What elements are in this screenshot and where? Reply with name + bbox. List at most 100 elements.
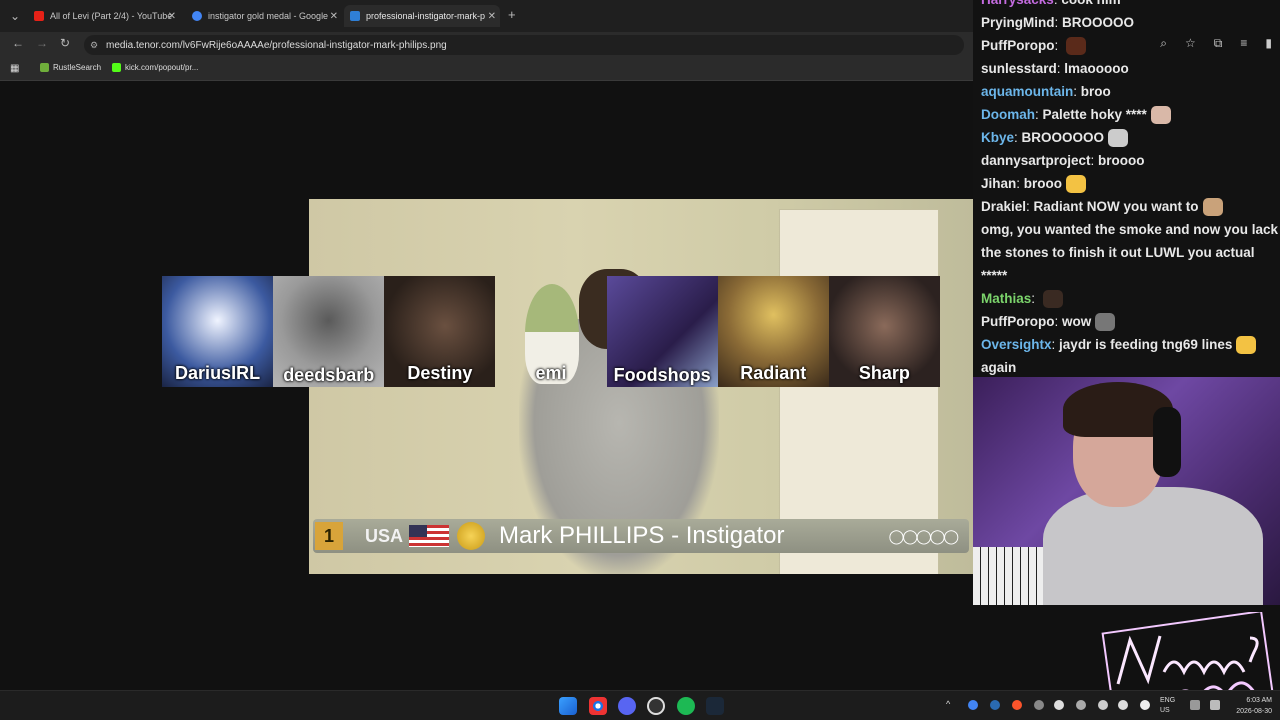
participant-tile-radiant: Radiant (717, 276, 829, 387)
microphone-icon[interactable] (1118, 700, 1128, 710)
chrome-icon[interactable] (589, 697, 607, 715)
chat-colon: : (1014, 130, 1022, 145)
chat-username[interactable]: Mathias (981, 291, 1031, 306)
profile-icon[interactable]: ▮ (1265, 36, 1272, 51)
chat-colon: : (1031, 291, 1039, 306)
spotify-icon[interactable] (677, 697, 695, 715)
participant-name: deedsbarb (283, 365, 375, 385)
chat-text: BROOOOOO (1021, 130, 1105, 145)
headphones (1153, 407, 1181, 477)
forward-icon[interactable]: → (36, 36, 48, 50)
chat-text: BROOOOO (1062, 15, 1135, 30)
tray-brave-icon[interactable] (1012, 700, 1022, 710)
chat-text: omg, you wanted the smoke and now you la… (981, 222, 1279, 237)
tray-app3-icon[interactable] (1140, 700, 1150, 710)
chat-text: again (981, 360, 1017, 375)
rustlesearch-icon (40, 63, 49, 72)
chat-username[interactable]: Harrysacks (981, 0, 1054, 7)
chat-message: the stones to finish it out LUWL you act… (981, 241, 1276, 264)
tray-steam-icon[interactable] (990, 700, 1000, 710)
chat-username[interactable]: sunlesstard (981, 61, 1057, 76)
language-indicator[interactable]: ENG US (1160, 696, 1175, 716)
tray-sync-icon[interactable] (1098, 700, 1108, 710)
chat-text: the stones to finish it out LUWL you act… (981, 245, 1255, 260)
olympic-lower-third: 1 USA Mark PHILLIPS - Instigator ◯◯◯◯◯ (313, 519, 969, 553)
chat-username[interactable]: Doomah (981, 107, 1035, 122)
chat-username[interactable]: aquamountain (981, 84, 1073, 99)
chat-message: Kbye: BROOOOOO (981, 126, 1276, 149)
browser-toolbar-icons: ⌕ ☆ ⧉ ≡ ▮ (1160, 36, 1272, 51)
chat-message: PuffPoropo: wow (981, 310, 1276, 333)
participant-tile-deedsbarb: deedsbarb (273, 276, 385, 387)
country-code: USA (365, 525, 404, 546)
start-icon[interactable] (559, 697, 577, 715)
bookmark-kick[interactable]: kick.com/popout/pr... (112, 63, 198, 72)
chat-username[interactable]: Oversightx (981, 337, 1052, 352)
chat-message: ***** (981, 264, 1276, 287)
url-field[interactable]: ⚙ media.tenor.com/lv6FwRije6oAAAAe/profe… (84, 35, 964, 55)
reload-icon[interactable]: ↻ (60, 36, 70, 50)
new-tab-button[interactable]: + (508, 7, 516, 22)
zoom-icon[interactable]: ⌕ (1160, 36, 1167, 51)
tab-title: All of Levi (Part 2/4) - YouTube (50, 11, 173, 21)
kick-icon (112, 63, 121, 72)
chat-text: Radiant NOW you want to (1033, 199, 1199, 214)
tray-obs-icon[interactable] (1034, 700, 1044, 710)
chat-message: omg, you wanted the smoke and now you la… (981, 218, 1279, 241)
discord-icon[interactable] (618, 697, 636, 715)
chat-username[interactable]: Drakiel (981, 199, 1026, 214)
close-icon[interactable]: ✕ (168, 11, 176, 22)
tray-app2-icon[interactable] (1076, 700, 1086, 710)
close-icon[interactable]: ✕ (330, 11, 338, 22)
chat-message: sunlesstard: lmaooooo (981, 57, 1276, 80)
chat-colon: : (1026, 199, 1034, 214)
obs-icon[interactable] (647, 697, 665, 715)
participant-tiles: DariusIRL deedsbarb Destiny emi Foodshop… (162, 276, 940, 387)
chat-emote-icon (1066, 175, 1087, 194)
participant-tile-emi: emi (495, 276, 606, 387)
chat-username[interactable]: Jihan (981, 176, 1016, 191)
apps-grid-icon[interactable]: ▦ (10, 63, 19, 74)
back-icon[interactable]: ← (12, 36, 24, 50)
chat-emote-icon (1108, 129, 1129, 148)
athlete-name: Mark PHILLIPS - Instigator (499, 522, 785, 549)
chat-colon: : (1035, 107, 1043, 122)
participant-name: DariusIRL (175, 363, 261, 383)
tray-app-icon[interactable] (1054, 700, 1064, 710)
bookmark-rustlesearch[interactable]: RustleSearch (40, 63, 101, 72)
tab-search-icon[interactable]: ⌄ (10, 9, 20, 23)
tray-expand-icon[interactable]: ^ (946, 699, 950, 709)
chat-emote-icon (1202, 198, 1223, 217)
chat-username[interactable]: PuffPoropo (981, 314, 1055, 329)
participant-tile-foodshops: Foodshops (606, 276, 718, 387)
chat-username[interactable]: PryingMind (981, 15, 1055, 30)
tab-youtube[interactable]: All of Levi (Part 2/4) - YouTube ✕ (28, 5, 180, 27)
chat-username[interactable]: dannysartproject (981, 153, 1091, 168)
webcam-feed (973, 377, 1280, 605)
tab-title: instigator gold medal - Google (208, 11, 329, 21)
chat-colon: : (1054, 15, 1063, 30)
media-icon[interactable]: ≡ (1240, 36, 1247, 51)
chat-text: jaydr is feeding tng69 lines (1059, 337, 1233, 352)
google-icon (192, 11, 202, 21)
region-code: US (1160, 707, 1170, 714)
network-icon[interactable] (1190, 700, 1200, 710)
close-icon[interactable]: ✕ (488, 11, 496, 22)
steam-icon[interactable] (706, 697, 724, 715)
chat-username[interactable]: PuffPoropo (981, 38, 1055, 53)
chat-emote-icon (1236, 336, 1257, 355)
star-icon[interactable]: ☆ (1185, 36, 1196, 51)
participant-name: Destiny (407, 363, 473, 383)
clock[interactable]: 6:03 AM 2026-08-30 (1236, 695, 1272, 717)
tray-chrome-icon[interactable] (968, 700, 978, 710)
chat-username[interactable]: Kbye (981, 130, 1014, 145)
tab-google[interactable]: instigator gold medal - Google ✕ (186, 5, 342, 27)
participant-name: Radiant (740, 363, 807, 383)
tab-tenor[interactable]: professional-instigator-mark-p ✕ (344, 5, 500, 27)
bookmark-label: kick.com/popout/pr... (125, 63, 199, 72)
chat-colon: : (1054, 38, 1063, 53)
site-info-icon[interactable]: ⚙ (90, 40, 98, 51)
chat-message: Jihan: brooo (981, 172, 1276, 195)
volume-icon[interactable] (1210, 700, 1220, 710)
extensions-icon[interactable]: ⧉ (1214, 36, 1223, 51)
